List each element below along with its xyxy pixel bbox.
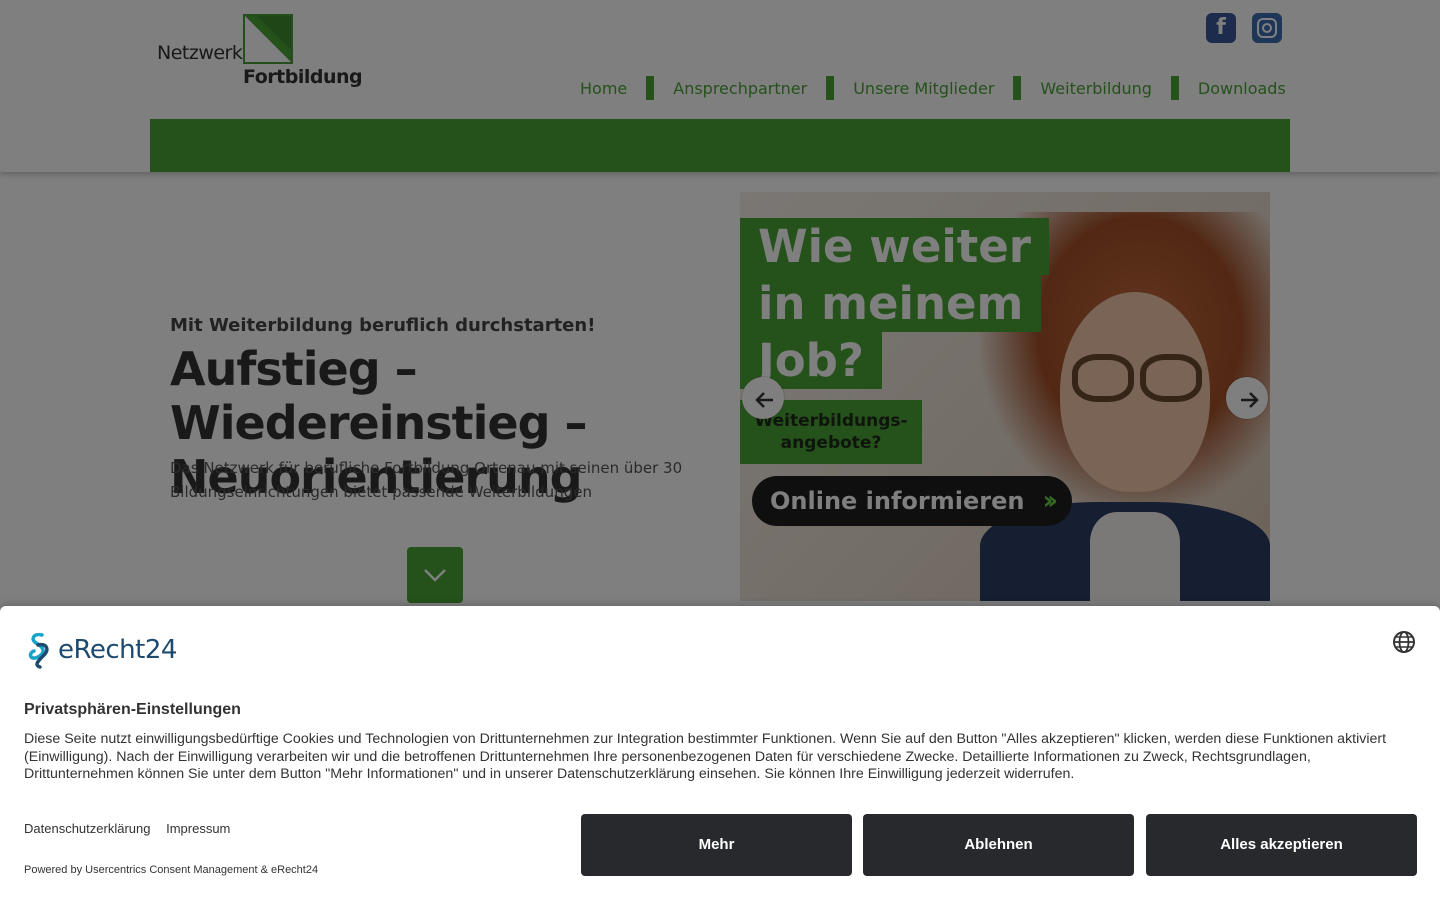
imprint-link[interactable]: Impressum [166, 821, 230, 836]
erecht24-logo: eRecht24 [24, 630, 177, 670]
deny-button[interactable]: Ablehnen [863, 814, 1134, 876]
consent-title: Privatsphären-Einstellungen [24, 701, 241, 718]
more-button[interactable]: Mehr [581, 814, 852, 876]
privacy-policy-link[interactable]: Datenschutzerklärung [24, 821, 150, 836]
language-globe-icon[interactable] [1392, 630, 1416, 654]
cookie-consent-dialog: eRecht24 Privatsphären-Einstellungen Die… [0, 606, 1440, 900]
consent-description: Diese Seite nutzt einwilligungsbedürftig… [24, 731, 1387, 783]
consent-links: Datenschutzerklärung Impressum [24, 821, 242, 836]
powered-by-text: Powered by Usercentrics Consent Manageme… [24, 864, 319, 876]
erecht24-logo-text: eRecht24 [58, 635, 177, 665]
accept-all-button[interactable]: Alles akzeptieren [1146, 814, 1417, 876]
erecht24-paragraph-icon [24, 631, 56, 669]
